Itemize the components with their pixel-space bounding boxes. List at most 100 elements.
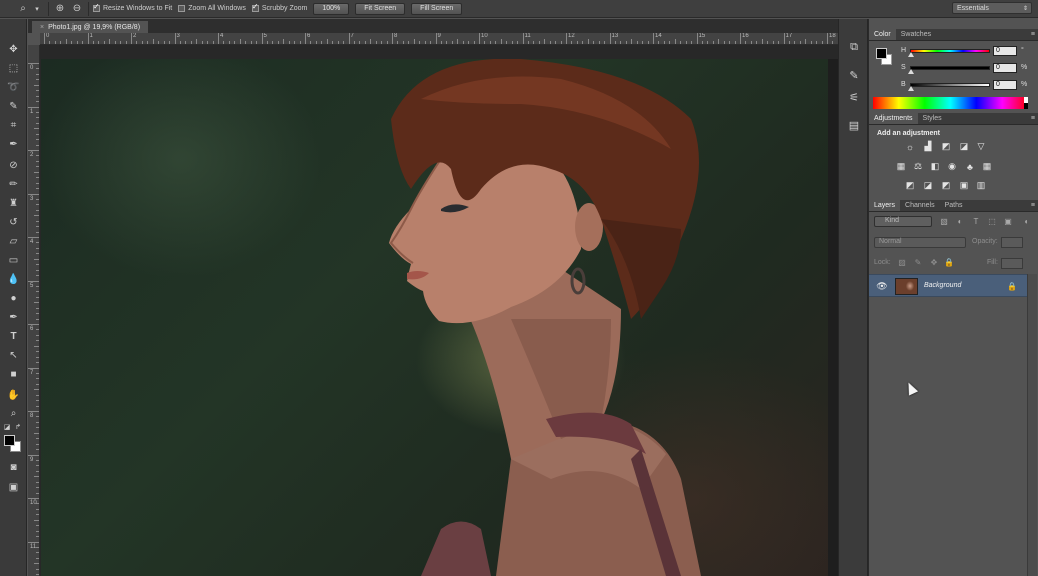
- panel-menu-icon[interactable]: ≡: [1031, 31, 1035, 38]
- threshold-icon[interactable]: ◩: [940, 180, 952, 191]
- selective-color-icon[interactable]: ▣: [958, 180, 970, 191]
- checkbox-box[interactable]: [178, 5, 186, 12]
- photo-filter-icon[interactable]: ◉: [946, 161, 958, 172]
- type-tool-icon[interactable]: T: [4, 328, 23, 344]
- quick-selection-tool-icon[interactable]: ✎: [4, 98, 23, 114]
- blur-tool-icon[interactable]: 💧: [4, 271, 23, 287]
- photo-canvas[interactable]: [41, 59, 828, 576]
- screen-mode-icon[interactable]: ▣: [4, 479, 23, 495]
- zoom-all-windows-checkbox[interactable]: Zoom All Windows: [178, 5, 246, 12]
- healing-brush-tool-icon[interactable]: ⊘: [4, 157, 23, 173]
- color-panel-foreground-swatch[interactable]: [876, 48, 887, 59]
- marquee-tool-icon[interactable]: ⬚: [4, 60, 23, 76]
- close-icon[interactable]: ×: [40, 24, 44, 31]
- tab-layers[interactable]: Layers: [869, 200, 901, 211]
- brightness-contrast-icon[interactable]: ☼: [904, 141, 916, 152]
- channel-mixer-icon[interactable]: ♣: [964, 161, 976, 172]
- pixel-filter-icon[interactable]: ▧: [938, 216, 950, 227]
- resize-windows-checkbox[interactable]: Resize Windows to Fit: [93, 2, 172, 12]
- color-lookup-icon[interactable]: ▦: [981, 161, 993, 172]
- hue-slider-thumb[interactable]: [908, 52, 914, 57]
- 100-percent-button[interactable]: 100%: [313, 2, 350, 15]
- layer-kind-filter[interactable]: Kind: [874, 216, 932, 227]
- zoom-in-icon[interactable]: ⊕: [53, 2, 67, 16]
- brush-panel-icon[interactable]: ✎: [846, 67, 862, 83]
- shape-filter-icon[interactable]: ⬚: [986, 216, 998, 227]
- filter-toggle-icon[interactable]: ◖: [1020, 216, 1032, 227]
- brightness-value-field[interactable]: 0: [993, 80, 1017, 90]
- zoom-icon[interactable]: ⌕: [16, 2, 30, 16]
- hue-saturation-icon[interactable]: ▦: [895, 161, 907, 172]
- lock-transparent-icon[interactable]: ▨: [897, 257, 907, 267]
- eraser-tool-icon[interactable]: ▱: [4, 233, 23, 249]
- fill-screen-button[interactable]: Fill Screen: [411, 2, 463, 15]
- clone-stamp-tool-icon[interactable]: ♜: [4, 195, 23, 211]
- zoom-out-icon[interactable]: ⊖: [70, 2, 84, 16]
- default-colors-icon[interactable]: ◪: [2, 419, 12, 435]
- pen-tool-icon[interactable]: ✒: [4, 309, 23, 325]
- lasso-tool-icon[interactable]: ➰: [4, 79, 23, 95]
- checkbox-box[interactable]: [251, 2, 259, 12]
- brightness-slider-thumb[interactable]: [908, 86, 914, 91]
- scrubby-zoom-checkbox[interactable]: Scrubby Zoom: [251, 2, 307, 12]
- levels-icon[interactable]: ▟: [922, 141, 934, 152]
- vibrance-icon[interactable]: ▽: [975, 141, 987, 152]
- smart-object-filter-icon[interactable]: ▣: [1002, 216, 1014, 227]
- tab-styles[interactable]: Styles: [918, 113, 947, 124]
- adjustment-filter-icon[interactable]: ◐: [954, 216, 966, 227]
- layer-name[interactable]: Background: [924, 282, 961, 289]
- visibility-eye-icon[interactable]: 👁: [876, 281, 888, 291]
- fill-field[interactable]: [1001, 258, 1023, 269]
- document-tab[interactable]: × Photo1.jpg @ 19,9% (RGB/8): [32, 21, 149, 33]
- workspace-select[interactable]: Essentials ⇕: [952, 2, 1032, 14]
- lock-position-icon[interactable]: ✥: [929, 257, 939, 267]
- layers-scrollbar[interactable]: [1027, 274, 1037, 576]
- properties-panel-icon[interactable]: ⚟: [846, 89, 862, 105]
- dodge-tool-icon[interactable]: ●: [4, 290, 23, 306]
- quick-mask-icon[interactable]: ◙: [4, 459, 23, 475]
- lock-pixels-icon[interactable]: ✎: [913, 257, 923, 267]
- color-balance-icon[interactable]: ⚖: [912, 161, 924, 172]
- history-panel-icon[interactable]: ⧉: [846, 39, 862, 55]
- brush-tool-icon[interactable]: ✏: [4, 176, 23, 192]
- opacity-field[interactable]: [1001, 237, 1023, 248]
- info-panel-icon[interactable]: ▤: [846, 117, 862, 133]
- layer-row[interactable]: 👁 Background 🔒: [869, 274, 1027, 297]
- exposure-icon[interactable]: ◪: [958, 141, 970, 152]
- vertical-ruler[interactable]: 0 1 2 3 4 5 6 7 8 9 10 11: [28, 45, 40, 576]
- lock-all-icon[interactable]: 🔒: [944, 257, 954, 267]
- spectrum-black-swatch[interactable]: [1024, 103, 1028, 109]
- crop-tool-icon[interactable]: ⌗: [4, 117, 23, 133]
- rectangle-tool-icon[interactable]: ■: [4, 366, 23, 382]
- history-brush-tool-icon[interactable]: ↺: [4, 214, 23, 230]
- type-filter-icon[interactable]: T: [970, 216, 982, 227]
- saturation-slider-thumb[interactable]: [908, 69, 914, 74]
- foreground-color-swatch[interactable]: [4, 435, 15, 446]
- posterize-icon[interactable]: ◪: [922, 180, 934, 191]
- swap-colors-icon[interactable]: ↱: [13, 419, 23, 435]
- color-spectrum-bar[interactable]: [873, 97, 1028, 109]
- brightness-slider[interactable]: [910, 83, 990, 87]
- saturation-slider[interactable]: [910, 66, 990, 70]
- move-tool-icon[interactable]: ✥: [4, 41, 23, 57]
- hue-slider[interactable]: [910, 49, 990, 53]
- blend-mode-select[interactable]: Normal: [874, 237, 966, 248]
- gradient-map-icon[interactable]: ▥: [975, 180, 987, 191]
- saturation-value-field[interactable]: 0: [993, 63, 1017, 73]
- panel-menu-icon[interactable]: ≡: [1031, 115, 1035, 122]
- tab-channels[interactable]: Channels: [900, 200, 940, 211]
- tab-paths[interactable]: Paths: [940, 200, 968, 211]
- horizontal-ruler[interactable]: 0 1 2 3 4 5 6 7 8 9 10 11 12 13 14 15 16 17 18: [40, 33, 838, 45]
- gradient-tool-icon[interactable]: ▭: [4, 252, 23, 268]
- curves-icon[interactable]: ◩: [940, 141, 952, 152]
- tab-adjustments[interactable]: Adjustments: [869, 113, 918, 124]
- layer-thumbnail[interactable]: [895, 278, 918, 295]
- hue-value-field[interactable]: 0: [993, 46, 1017, 56]
- tool-preset-chevron-icon[interactable]: ▾: [30, 2, 44, 16]
- panel-menu-icon[interactable]: ≡: [1031, 202, 1035, 209]
- checkbox-box[interactable]: [93, 2, 100, 12]
- eyedropper-tool-icon[interactable]: ✒: [4, 136, 23, 152]
- path-selection-tool-icon[interactable]: ↖: [4, 347, 23, 363]
- fit-screen-button[interactable]: Fit Screen: [355, 2, 406, 15]
- black-white-icon[interactable]: ◧: [929, 161, 941, 172]
